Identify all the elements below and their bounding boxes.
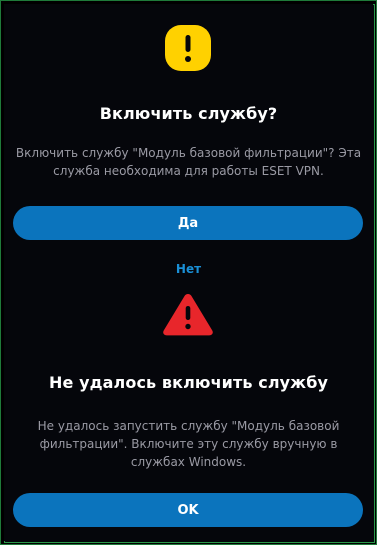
yes-button[interactable]: Да [13, 206, 363, 240]
ok-button[interactable]: OK [13, 493, 363, 527]
error-title: Не удалось включить службу [48, 373, 328, 392]
confirm-description: Включить службу "Модуль базовой фильтрац… [15, 146, 362, 178]
error-triangle-icon [163, 294, 213, 336]
confirm-title: Включить службу? [99, 104, 278, 123]
error-description: Не удалось запустить службу "Модуль базо… [37, 419, 340, 469]
warning-exclamation-icon [165, 25, 211, 71]
no-link[interactable]: Нет [0, 262, 377, 276]
